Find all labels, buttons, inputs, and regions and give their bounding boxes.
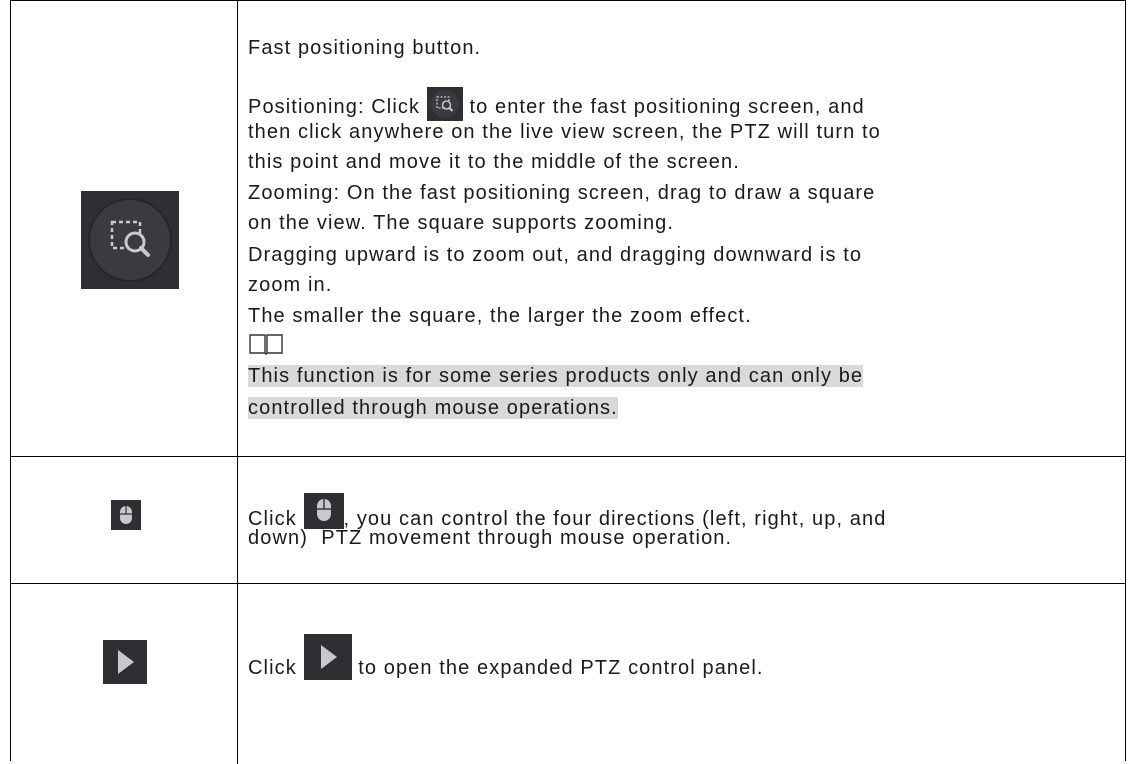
description-cell: Fast positioning button. Positioning: Cl…: [248, 1, 1107, 456]
table-row-mouse-control: Click , you can control the four directi…: [11, 457, 1125, 584]
dragging-line-2: zoom in.: [248, 274, 333, 296]
play-arrow-icon: [103, 640, 147, 684]
dragging-line-1: Dragging upward is to zoom out, and drag…: [248, 244, 863, 266]
description-cell: Click , you can control the four directi…: [248, 457, 1107, 583]
expand-line-prefix: Click: [248, 657, 297, 679]
positioning-line-2: then click anywhere on the live view scr…: [248, 121, 881, 143]
mouse-icon: [111, 500, 141, 530]
expand-line-suffix: to open the expanded PTZ control panel.: [358, 657, 764, 679]
mouse-line-2: down) PTZ movement through mouse operati…: [248, 527, 733, 549]
positioning-line-3: this point and move it to the middle of …: [248, 151, 740, 173]
play-arrow-inline-icon: [303, 634, 352, 687]
zooming-line-2: on the view. The square supports zooming…: [248, 212, 675, 234]
positioning-prefix: Positioning: Click: [248, 96, 421, 118]
description-cell: Click to open the expanded PTZ control p…: [248, 584, 1107, 764]
table-row-expand-panel: Click to open the expanded PTZ control p…: [11, 584, 1125, 764]
zoom-effect-line: The smaller the square, the larger the z…: [248, 305, 752, 327]
icon-cell: [11, 584, 237, 764]
note-line-1: This function is for some series product…: [248, 365, 864, 387]
fast-positioning-icon: [81, 191, 179, 289]
note-line-2: controlled through mouse operations.: [248, 397, 618, 419]
icon-cell: [11, 457, 237, 583]
expand-line: Click to open the expanded PTZ control p…: [248, 634, 764, 687]
book-icon: [248, 332, 284, 361]
zooming-line-1: Zooming: On the fast positioning screen,…: [248, 182, 876, 204]
icon-cell: [11, 1, 237, 456]
description-table: Fast positioning button. Positioning: Cl…: [10, 0, 1126, 764]
title-text: Fast positioning button.: [248, 37, 482, 59]
table-row-fast-positioning: Fast positioning button. Positioning: Cl…: [11, 1, 1125, 457]
positioning-suffix: to enter the fast positioning screen, an…: [469, 96, 865, 118]
